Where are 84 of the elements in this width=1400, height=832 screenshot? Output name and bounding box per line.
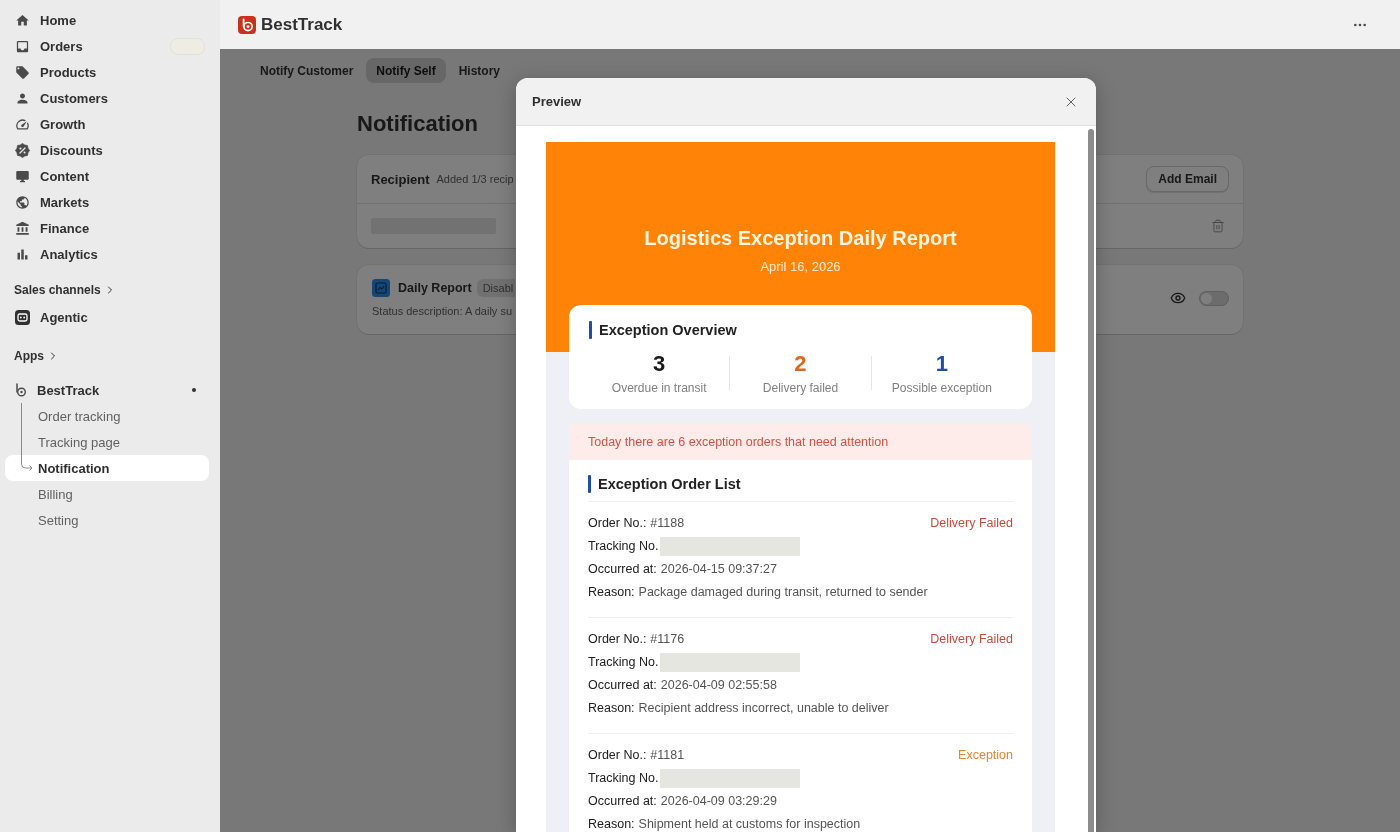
section-title: Exception Overview (599, 322, 737, 338)
toggle-switch[interactable] (1199, 290, 1229, 306)
logo-icon (15, 383, 27, 397)
stat-label: Possible exception (891, 381, 992, 395)
order-number: #1188 (650, 516, 685, 531)
sub-nav-item[interactable]: Tracking page (5, 429, 209, 455)
sub-nav-item[interactable]: Notification (5, 455, 209, 481)
nav-item[interactable]: Home (5, 7, 209, 33)
status-badge: Disabl (476, 279, 516, 297)
stat-value: 2 (794, 351, 807, 377)
hook-arrow-icon (21, 455, 33, 472)
nav-item[interactable]: Markets (5, 189, 209, 215)
section-title: Exception Order List (598, 476, 741, 492)
tracking-label: Tracking No. (588, 539, 659, 554)
nav-item[interactable]: Orders (5, 33, 209, 59)
nav-item[interactable]: Agentic (5, 304, 209, 330)
tab[interactable]: History (448, 58, 511, 83)
reason-text: Shipment held at customs for inspection (638, 817, 861, 832)
nav-item[interactable]: Finance (5, 215, 209, 241)
robot-icon (15, 309, 30, 325)
app-logo-icon (238, 15, 256, 34)
status-description: Status description: A daily su (372, 304, 513, 319)
stat-value: 3 (653, 351, 666, 377)
line-chart-icon (372, 279, 390, 297)
sub-nav-item[interactable]: Billing (5, 481, 209, 507)
accent-bar-icon (589, 321, 592, 339)
scrollbar-thumb[interactable] (1088, 129, 1094, 832)
nav-item[interactable]: BestTrack (5, 377, 209, 403)
nav-item[interactable]: Content (5, 163, 209, 189)
reason-label: Reason: (588, 585, 635, 600)
stat-label: Overdue in transit (611, 381, 707, 395)
order-number: #1176 (650, 632, 685, 647)
globe-icon (15, 194, 30, 210)
accent-bar-icon (588, 475, 591, 493)
reason-text: Package damaged during transit, returned to sender (638, 585, 928, 600)
occurred-label: Occurred at: (588, 794, 657, 809)
reason-label: Reason: (588, 701, 635, 716)
timestamp: 2026-04-09 02:55:58 (660, 678, 777, 693)
order-label: Order No.: (588, 748, 647, 763)
occurred-label: Occurred at: (588, 678, 657, 693)
status-text: Delivery Failed (930, 516, 1013, 531)
nav-item[interactable]: Customers (5, 85, 209, 111)
stat-label: Delivery failed (762, 381, 839, 395)
percent-badge-icon (15, 142, 30, 158)
order-label: Order No.: (588, 516, 647, 531)
card-title: Daily Report (398, 281, 472, 295)
gauge-icon (15, 116, 30, 132)
home-icon (15, 12, 30, 28)
page-title: Notification (357, 111, 478, 137)
stat-value: 1 (935, 351, 948, 377)
sub-nav-item[interactable]: Order tracking (5, 403, 209, 429)
bank-icon (15, 220, 30, 236)
nav-item[interactable]: Growth (5, 111, 209, 137)
order-label: Order No.: (588, 632, 647, 647)
monitor-icon (15, 168, 30, 184)
tag-icon (15, 64, 30, 80)
card-title: Recipient (371, 171, 430, 187)
recipient-count: Added 1/3 recip (436, 173, 514, 185)
reason-text: Recipient address incorrect, unable to deliver (638, 701, 889, 716)
occurred-label: Occurred at: (588, 562, 657, 577)
nav-item[interactable]: Analytics (5, 241, 209, 267)
trash-icon[interactable] (1211, 219, 1225, 233)
timestamp: 2026-04-09 03:29:29 (660, 794, 777, 809)
eye-icon[interactable] (1170, 290, 1186, 306)
tracking-label: Tracking No. (588, 655, 659, 670)
sales-channels-link[interactable]: Sales channels (5, 277, 116, 303)
inbox-icon (15, 38, 30, 54)
report-title: Logistics Exception Daily Report (644, 226, 957, 250)
apps-link[interactable]: Apps (5, 343, 59, 369)
order-number: #1181 (650, 748, 685, 763)
status-text: Exception (958, 748, 1013, 763)
dialog-title: Preview (532, 94, 582, 109)
timestamp: 2026-04-15 09:37:27 (660, 562, 777, 577)
status-text: Delivery Failed (930, 632, 1013, 647)
tab[interactable]: Notify Customer (250, 58, 364, 83)
nav-item[interactable]: Discounts (5, 137, 209, 163)
report-date: April 16, 2026 (760, 259, 841, 274)
add-email-button[interactable]: Add Email (1146, 166, 1229, 192)
sub-nav-item[interactable]: Setting (5, 507, 209, 533)
nav-item[interactable]: Products (5, 59, 209, 85)
tracking-label: Tracking No. (588, 771, 659, 786)
app-name: BestTrack (261, 14, 343, 35)
reason-label: Reason: (588, 817, 635, 832)
alert-message: Today there are 6 exception orders that need attention (569, 423, 1032, 460)
